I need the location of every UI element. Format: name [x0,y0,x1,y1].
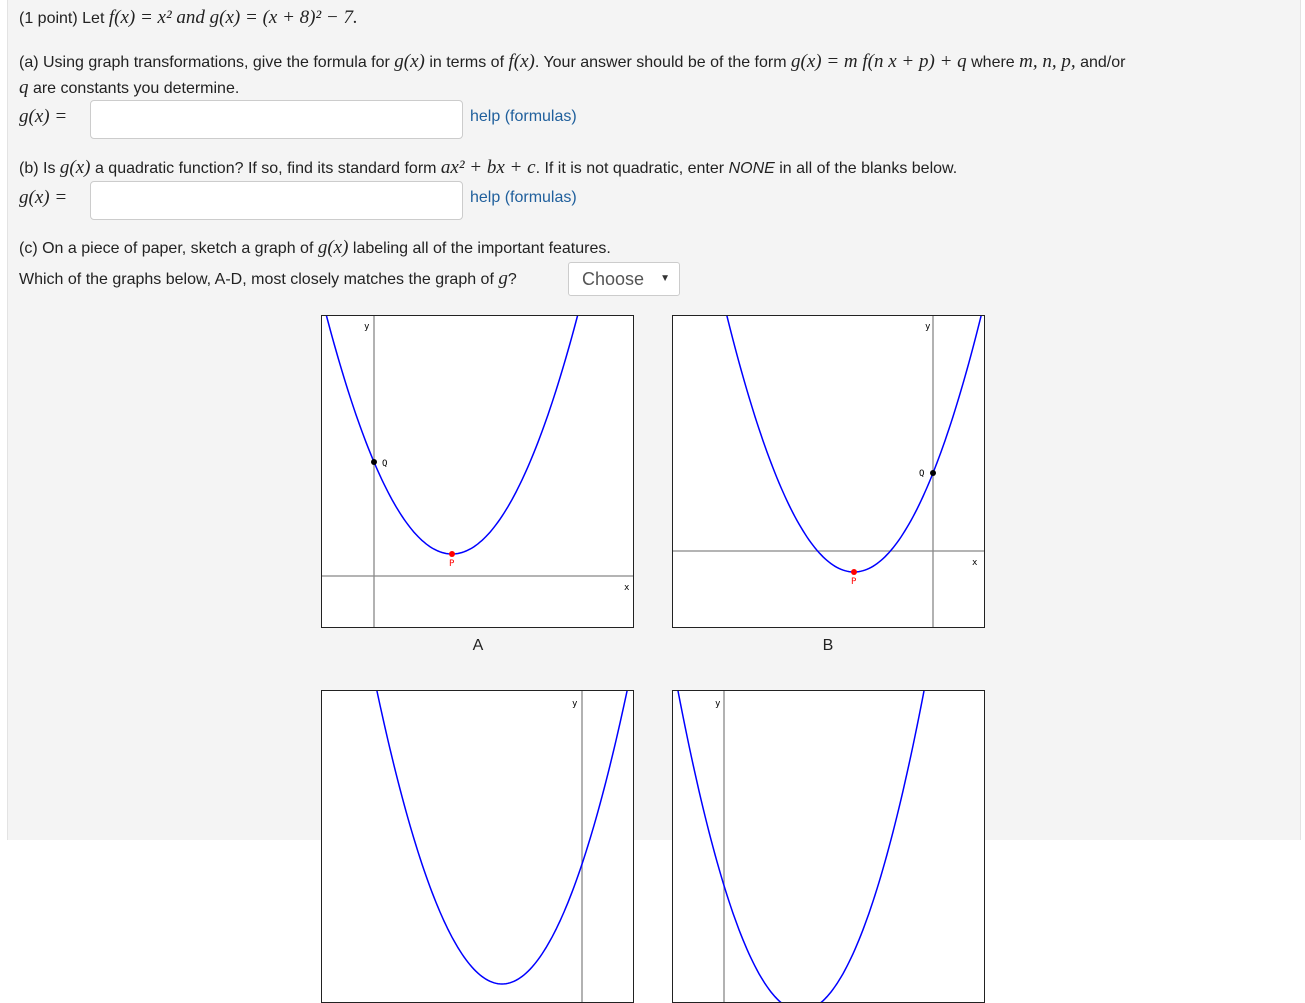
y-intercept-label: Q [919,469,924,479]
answer-b-input[interactable] [90,181,463,220]
part-a-text-2: q are constants you determine. [19,77,239,99]
y-intercept-label: Q [382,459,387,469]
graph-b[interactable]: y x P Q [672,315,985,628]
graph-b-label: B [822,637,834,654]
math: f(x) [508,51,535,72]
dropdown-arrow-icon: ▼ [660,273,670,284]
text: ? [507,271,517,288]
part-b-text: (b) Is g(x) a quadratic function? If so,… [19,157,957,179]
text: where [971,54,1015,71]
graph-choice-select[interactable]: Choose ▼ [568,262,680,296]
intro-text: (1 point) Let [19,10,105,27]
vertex-label: P [449,559,455,569]
help-formulas-link-b[interactable]: help (formulas) [470,189,577,207]
y-axis-label: y [364,322,370,332]
parabola-curve [376,691,628,985]
answer-b-label: g(x) = [19,187,68,208]
y-intercept-point [930,470,936,477]
parabola-curve [677,691,925,1002]
answer-a-label: g(x) = [19,106,68,127]
parabola-curve [325,316,579,555]
part-a-text: (a) Using graph transformations, give th… [19,51,1125,73]
graph-a-label: A [472,637,484,654]
y-axis-label: y [925,322,931,332]
text: . If it is not quadratic, enter [535,160,725,177]
text: are constants you determine. [32,80,240,97]
part-c-question: Which of the graphs below, A-D, most clo… [19,268,517,290]
text: (c) On a piece of paper, sketch a graph … [19,240,314,257]
vertex-label: P [851,577,857,587]
help-formulas-link-a[interactable]: help (formulas) [470,108,577,126]
graph-c[interactable]: y [321,690,634,1003]
text: a quadratic function? If so, find its st… [94,160,437,177]
x-axis-label: x [624,583,630,593]
math: q [19,77,29,98]
y-axis-label: y [572,699,578,709]
math: g(x) [59,157,91,178]
math: ax² + bx + c [440,157,536,178]
text: (b) Is [19,160,56,177]
select-value: Choose [582,269,645,289]
function-definitions: f(x) = x² and g(x) = (x + 8)² − 7. [108,7,358,28]
math: g(x) [394,51,425,72]
part-c-text: (c) On a piece of paper, sketch a graph … [19,237,611,259]
text: in all of the blanks below. [779,160,958,177]
math: g(x) = m f(n x + p) + q [791,51,967,72]
vertex-point [449,551,455,557]
text: labeling all of the important features. [352,240,611,257]
vertex-point [851,569,857,575]
answer-a-input[interactable] [90,100,463,139]
text: NONE [728,160,775,177]
math: g [498,268,508,289]
math: m, n, p, [1019,51,1076,72]
graph-a[interactable]: y x P Q [321,315,634,628]
y-intercept-point [371,459,377,466]
x-axis-label: x [972,558,978,568]
text: in terms of [429,54,505,71]
parabola-curve [726,316,982,573]
graph-d[interactable]: y [672,690,985,1003]
y-axis-label: y [715,699,721,709]
math: g(x) [317,237,349,258]
text: Which of the graphs below, A-D, most clo… [19,271,494,288]
text: and/or [1080,54,1126,71]
problem-statement: (1 point) Let f(x) = x² and g(x) = (x + … [19,7,358,29]
text: . Your answer should be of the form [534,54,787,71]
text: (a) Using graph transformations, give th… [19,54,390,71]
